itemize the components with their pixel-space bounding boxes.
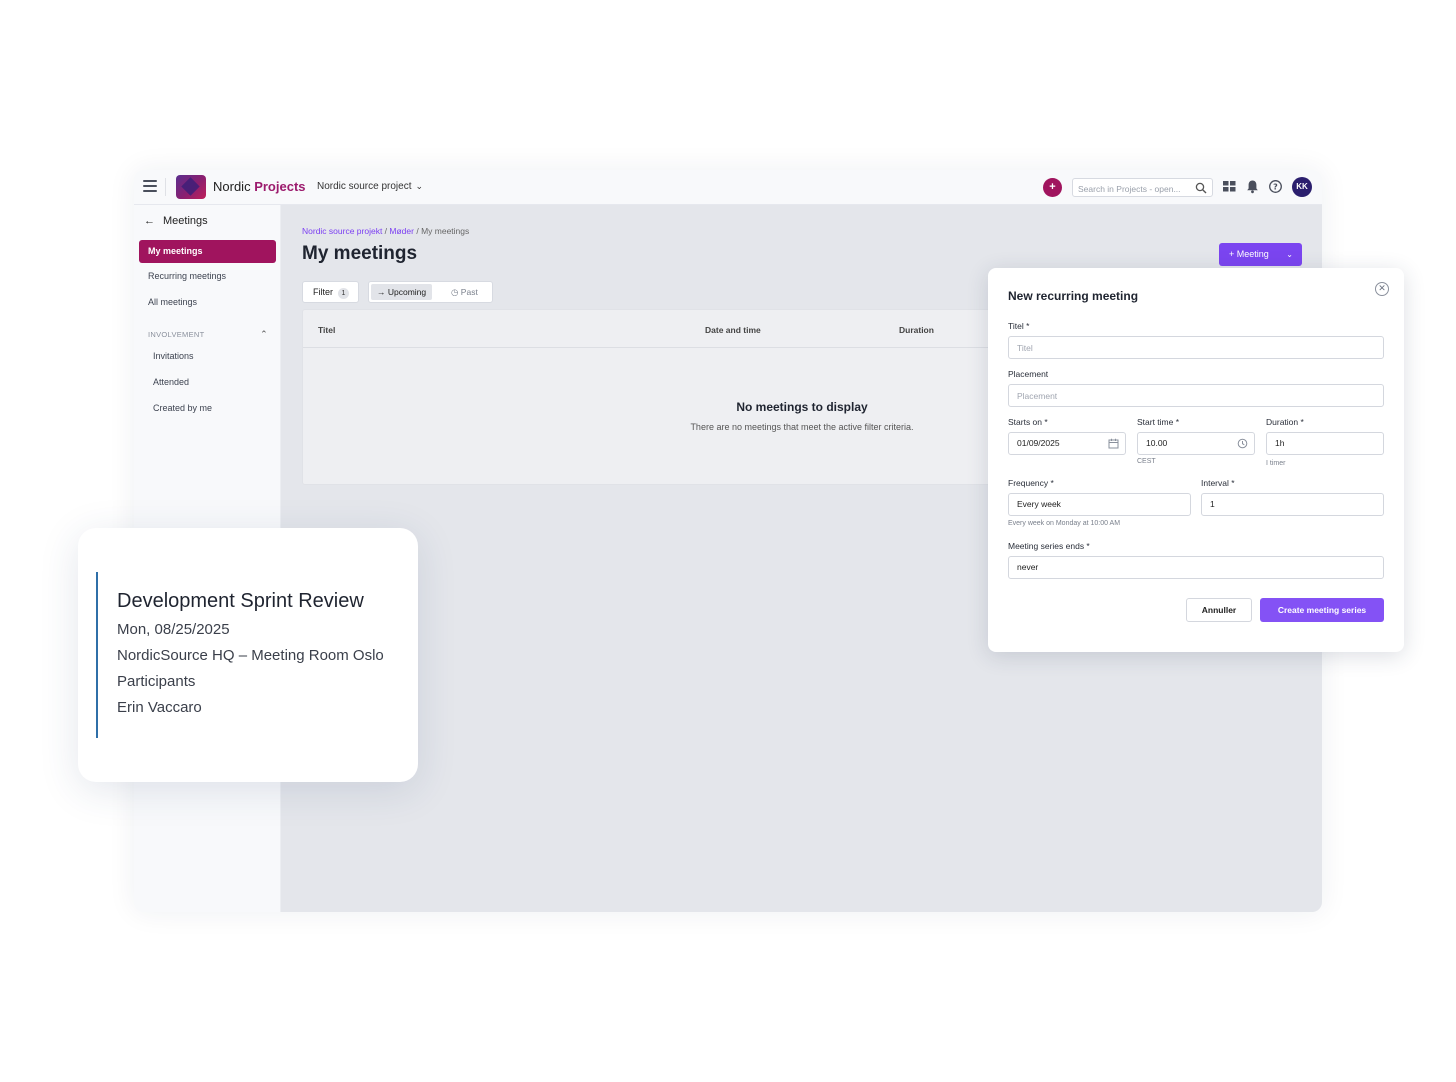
tab-upcoming[interactable]: → Upcoming xyxy=(371,284,433,300)
time-segment-control: → Upcoming ◷ Past xyxy=(368,281,493,303)
involvement-section[interactable]: INVOLVEMENT ⌃ xyxy=(148,329,268,340)
chevron-up-icon[interactable]: ⌃ xyxy=(260,329,268,340)
placement-input[interactable] xyxy=(1017,385,1383,406)
titel-label: Titel * xyxy=(1008,321,1030,331)
quick-add-button[interactable]: + xyxy=(1043,178,1062,197)
column-header-date[interactable]: Date and time xyxy=(705,325,761,335)
apps-grid-icon[interactable] xyxy=(1222,179,1237,194)
titel-input[interactable] xyxy=(1017,337,1383,358)
timezone-hint: CEST xyxy=(1137,458,1156,465)
new-recurring-meeting-dialog: New recurring meeting ✕ Titel * Placemen… xyxy=(988,268,1404,652)
brand-suffix: Projects xyxy=(254,179,306,194)
starts-on-label: Starts on * xyxy=(1008,417,1048,427)
start-time-field[interactable]: 10.00 xyxy=(1137,432,1255,455)
interval-label: Interval * xyxy=(1201,478,1235,488)
back-label: Meetings xyxy=(163,215,208,227)
starts-on-value: 01/09/2025 xyxy=(1017,438,1060,448)
sidebar-item-attended[interactable]: Attended xyxy=(153,377,189,387)
new-meeting-button[interactable]: + Meeting ⌄ xyxy=(1219,243,1302,266)
breadcrumb-section[interactable]: Møder xyxy=(389,226,414,236)
filter-button[interactable]: Filter 1 xyxy=(302,281,359,303)
chevron-down-icon: ⌄ xyxy=(415,181,424,191)
sidebar-item-invitations[interactable]: Invitations xyxy=(153,351,194,361)
search-box[interactable] xyxy=(1072,178,1213,198)
menu-icon[interactable] xyxy=(143,180,157,192)
start-time-value: 10.00 xyxy=(1146,438,1168,448)
placement-label: Placement xyxy=(1008,369,1049,379)
filter-label: Filter xyxy=(313,287,333,297)
card-location: NordicSource HQ – Meeting Room Oslo xyxy=(117,647,384,664)
project-selector-label: Nordic source project xyxy=(317,181,412,192)
series-ends-value: never xyxy=(1017,562,1039,572)
chevron-down-icon[interactable]: ⌄ xyxy=(1286,243,1293,266)
breadcrumb-project[interactable]: Nordic source projekt xyxy=(302,226,382,236)
cancel-button[interactable]: Annuller xyxy=(1186,598,1252,622)
back-to-meetings[interactable]: ← Meetings xyxy=(144,215,208,227)
frequency-value: Every week xyxy=(1017,499,1061,509)
placement-field[interactable] xyxy=(1008,384,1384,407)
arrow-right-icon: → xyxy=(377,287,386,297)
card-date: Mon, 08/25/2025 xyxy=(117,621,230,638)
search-input[interactable] xyxy=(1073,180,1191,198)
series-ends-label: Meeting series ends * xyxy=(1008,541,1090,551)
create-meeting-series-button[interactable]: Create meeting series xyxy=(1260,598,1384,622)
interval-value: 1 xyxy=(1210,499,1215,509)
card-title: Development Sprint Review xyxy=(117,590,364,612)
dialog-title: New recurring meeting xyxy=(1008,289,1139,303)
duration-hint: I timer xyxy=(1266,460,1286,467)
svg-text:?: ? xyxy=(1273,182,1278,191)
calendar-icon[interactable] xyxy=(1108,438,1119,449)
brand-prefix: Nordic xyxy=(213,179,251,194)
duration-label: Duration * xyxy=(1266,417,1304,427)
frequency-label: Frequency * xyxy=(1008,478,1054,488)
card-accent-bar xyxy=(96,572,98,738)
card-participants-label: Participants xyxy=(117,673,196,690)
app-logo[interactable] xyxy=(176,175,206,199)
bell-icon[interactable] xyxy=(1245,179,1260,194)
clock-icon: ◷ xyxy=(451,287,459,297)
avatar[interactable]: KK xyxy=(1292,177,1312,197)
divider xyxy=(165,178,166,196)
arrow-left-icon: ← xyxy=(144,215,155,227)
start-time-label: Start time * xyxy=(1137,417,1180,427)
section-label: INVOLVEMENT xyxy=(148,330,205,339)
sidebar-item-all-meetings[interactable]: All meetings xyxy=(139,291,276,314)
starts-on-field[interactable]: 01/09/2025 xyxy=(1008,432,1126,455)
meeting-preview-card[interactable]: Development Sprint Review Mon, 08/25/202… xyxy=(78,528,418,782)
frequency-hint: Every week on Monday at 10:00 AM xyxy=(1008,520,1121,527)
titel-field[interactable] xyxy=(1008,336,1384,359)
breadcrumb: Nordic source projekt / Møder / My meeti… xyxy=(302,226,469,236)
help-icon[interactable]: ? xyxy=(1268,179,1283,194)
breadcrumb-separator: / xyxy=(413,226,422,236)
series-ends-select[interactable]: never xyxy=(1008,556,1384,579)
tab-past[interactable]: ◷ Past xyxy=(445,284,484,300)
filter-count-badge: 1 xyxy=(338,288,349,299)
frequency-select[interactable]: Every week xyxy=(1008,493,1191,516)
project-selector[interactable]: Nordic source project ⌄ xyxy=(317,181,423,192)
top-bar: Nordic Projects Nordic source project ⌄ +… xyxy=(134,170,1322,205)
tab-upcoming-label: Upcoming xyxy=(387,287,427,297)
card-participant: Erin Vaccaro xyxy=(117,699,202,716)
tab-past-label: Past xyxy=(460,287,478,297)
duration-field[interactable]: 1h xyxy=(1266,432,1384,455)
close-icon[interactable]: ✕ xyxy=(1375,282,1389,296)
interval-field[interactable]: 1 xyxy=(1201,493,1384,516)
column-header-title[interactable]: Titel xyxy=(318,325,335,335)
search-icon[interactable] xyxy=(1195,182,1207,194)
new-meeting-label: + Meeting xyxy=(1229,249,1269,259)
brand-name[interactable]: Nordic Projects xyxy=(213,179,306,194)
sidebar-item-created-by-me[interactable]: Created by me xyxy=(153,403,212,413)
column-header-duration[interactable]: Duration xyxy=(899,325,934,335)
sidebar-item-my-meetings[interactable]: My meetings xyxy=(139,240,276,263)
duration-value: 1h xyxy=(1275,438,1285,448)
page-title: My meetings xyxy=(302,243,418,264)
breadcrumb-current: My meetings xyxy=(421,226,470,236)
sidebar-item-recurring-meetings[interactable]: Recurring meetings xyxy=(139,265,276,288)
clock-icon[interactable] xyxy=(1237,438,1248,449)
